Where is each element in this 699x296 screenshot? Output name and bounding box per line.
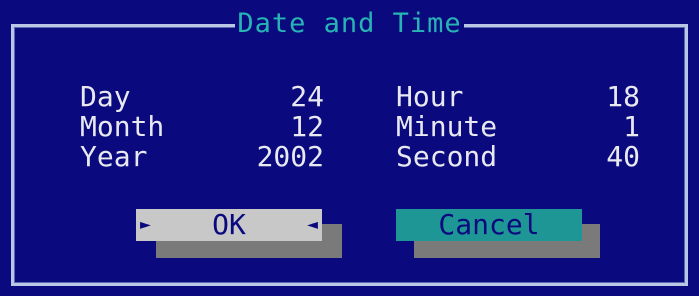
minute-value[interactable]: 1 bbox=[540, 113, 640, 141]
ok-right-marker-icon: ◄ bbox=[307, 214, 318, 235]
month-label: Month bbox=[80, 110, 165, 143]
hour-value[interactable]: 18 bbox=[540, 83, 640, 111]
ok-button[interactable]: ► OK ◄ bbox=[136, 209, 322, 241]
dialog-title: Date and Time bbox=[235, 8, 464, 40]
minute-label: Minute bbox=[396, 110, 498, 143]
ok-left-marker-icon: ► bbox=[140, 214, 151, 235]
day-value[interactable]: 24 bbox=[220, 83, 324, 111]
second-value[interactable]: 40 bbox=[540, 143, 640, 171]
cancel-button[interactable]: Cancel bbox=[396, 209, 582, 241]
ok-button-label: OK bbox=[212, 208, 246, 241]
dialog-title-bar: Date and Time bbox=[0, 8, 699, 40]
cancel-button-label: Cancel bbox=[438, 208, 540, 241]
month-value[interactable]: 12 bbox=[220, 113, 324, 141]
day-label: Day bbox=[80, 80, 131, 113]
year-label: Year bbox=[80, 140, 148, 173]
year-value[interactable]: 2002 bbox=[220, 143, 324, 171]
date-time-dialog: Date and Time Day 24 Month 12 Year 2002 … bbox=[0, 0, 699, 296]
hour-label: Hour bbox=[396, 80, 464, 113]
second-label: Second bbox=[396, 140, 498, 173]
